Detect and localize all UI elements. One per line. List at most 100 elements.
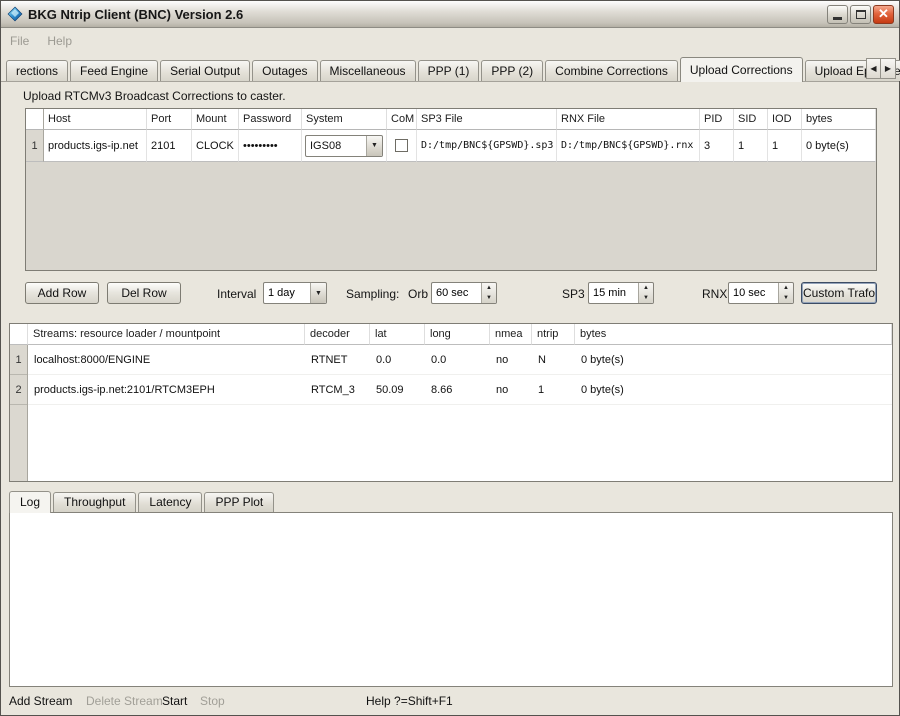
col-header-rnx-file: RNX File <box>557 109 700 130</box>
tab-miscellaneous[interactable]: Miscellaneous <box>320 60 416 81</box>
spin-down-icon[interactable]: ▼ <box>639 293 653 303</box>
tab-upload-corrections[interactable]: Upload Corrections <box>680 57 803 82</box>
start-action[interactable]: Start <box>162 694 187 708</box>
app-window: BKG Ntrip Client (BNC) Version 2.6 ✕ Fil… <box>0 0 900 716</box>
orb-spinbox[interactable]: 60 sec ▲ ▼ <box>431 282 497 304</box>
menu-file[interactable]: File <box>1 31 38 51</box>
sp3-spin-buttons[interactable]: ▲ ▼ <box>638 283 653 303</box>
ntrip-cell[interactable]: N <box>532 345 575 375</box>
tab-outages[interactable]: Outages <box>252 60 317 81</box>
custom-trafo-button[interactable]: Custom Trafo <box>801 282 877 304</box>
rnx-spinbox-value: 10 sec <box>729 283 778 303</box>
col-header-host: Host <box>44 109 147 130</box>
spin-up-icon[interactable]: ▲ <box>779 283 793 293</box>
tab-throughput[interactable]: Throughput <box>53 492 136 512</box>
col-header-sp3-file: SP3 File <box>417 109 557 130</box>
ntrip-cell[interactable]: 1 <box>532 375 575 405</box>
tab-corrections[interactable]: rections <box>6 60 68 81</box>
interval-combobox-value: 1 day <box>264 287 310 299</box>
rnx-spinbox[interactable]: 10 sec ▲ ▼ <box>728 282 794 304</box>
spin-up-icon[interactable]: ▲ <box>482 283 496 293</box>
dropdown-arrow-icon[interactable]: ▼ <box>310 283 326 303</box>
sp3-label: SP3 <box>562 283 585 305</box>
pid-cell[interactable]: 3 <box>700 130 734 162</box>
col-header-mountpoint: Streams: resource loader / mountpoint <box>28 324 305 345</box>
col-header-com: CoM <box>387 109 417 130</box>
tab-bar: rections Feed Engine Serial Output Outag… <box>1 57 899 82</box>
sid-cell[interactable]: 1 <box>734 130 768 162</box>
stream-row[interactable]: localhost:8000/ENGINE RTNET 0.0 0.0 no N… <box>28 345 892 375</box>
spin-down-icon[interactable]: ▼ <box>779 293 793 303</box>
tab-latency[interactable]: Latency <box>138 492 202 512</box>
tab-log[interactable]: Log <box>9 491 51 513</box>
add-stream-action[interactable]: Add Stream <box>9 694 72 708</box>
lat-cell[interactable]: 50.09 <box>370 375 425 405</box>
mount-cell[interactable]: CLOCK <box>192 130 239 162</box>
port-cell[interactable]: 2101 <box>147 130 192 162</box>
tab-ppp-2[interactable]: PPP (2) <box>481 60 543 81</box>
interval-label: Interval <box>217 283 256 305</box>
sp3-file-cell[interactable]: D:/tmp/BNC${GPSWD}.sp3 <box>417 130 557 162</box>
mountpoint-cell[interactable]: products.igs-ip.net:2101/RTCM3EPH <box>28 375 305 405</box>
streams-table-header: Streams: resource loader / mountpoint de… <box>10 324 892 345</box>
decoder-cell[interactable]: RTCM_3 <box>305 375 370 405</box>
decoder-cell[interactable]: RTNET <box>305 345 370 375</box>
col-header-nmea: nmea <box>490 324 532 345</box>
sp3-spinbox[interactable]: 15 min ▲ ▼ <box>588 282 654 304</box>
tab-scroll-left-button[interactable]: ◀ <box>866 58 881 79</box>
orb-spin-buttons[interactable]: ▲ ▼ <box>481 283 496 303</box>
tab-ppp-1[interactable]: PPP (1) <box>418 60 480 81</box>
long-cell[interactable]: 8.66 <box>425 375 490 405</box>
stream-row[interactable]: products.igs-ip.net:2101/RTCM3EPH RTCM_3… <box>28 375 892 405</box>
minimize-button[interactable] <box>827 5 848 24</box>
interval-combobox[interactable]: 1 day ▼ <box>263 282 327 304</box>
titlebar[interactable]: BKG Ntrip Client (BNC) Version 2.6 ✕ <box>1 1 899 28</box>
lat-cell[interactable]: 0.0 <box>370 345 425 375</box>
spin-up-icon[interactable]: ▲ <box>639 283 653 293</box>
bytes-cell: 0 byte(s) <box>802 130 876 162</box>
delete-stream-action[interactable]: Delete Stream <box>86 694 163 708</box>
nmea-cell[interactable]: no <box>490 375 532 405</box>
iod-cell[interactable]: 1 <box>768 130 802 162</box>
sp3-spinbox-value: 15 min <box>589 283 638 303</box>
close-button[interactable]: ✕ <box>873 5 894 24</box>
system-combobox[interactable]: IGS08 ▼ <box>305 135 383 157</box>
table-row: 1 products.igs-ip.net 2101 CLOCK •••••••… <box>26 130 876 162</box>
password-cell[interactable]: ••••••••• <box>239 130 302 162</box>
col-header-iod: IOD <box>768 109 802 130</box>
tab-combine-corrections[interactable]: Combine Corrections <box>545 60 678 81</box>
upload-table-header: Host Port Mount Password System CoM SP3 … <box>26 109 876 130</box>
rnx-file-cell[interactable]: D:/tmp/BNC${GPSWD}.rnx <box>557 130 700 162</box>
add-row-button[interactable]: Add Row <box>25 282 99 304</box>
row-number: 2 <box>10 375 27 405</box>
maximize-button[interactable] <box>850 5 871 24</box>
col-header-mount: Mount <box>192 109 239 130</box>
col-header-sid: SID <box>734 109 768 130</box>
tab-scroll-buttons: ◀ ▶ <box>866 58 896 79</box>
del-row-button[interactable]: Del Row <box>107 282 181 304</box>
statusbar: Add Stream Delete Stream Start Stop Help… <box>1 689 899 715</box>
log-pane[interactable] <box>9 512 893 687</box>
menubar: File Help <box>1 29 899 53</box>
com-checkbox[interactable] <box>395 139 408 152</box>
dropdown-arrow-icon[interactable]: ▼ <box>366 136 382 156</box>
table-corner <box>26 109 44 130</box>
nmea-cell[interactable]: no <box>490 345 532 375</box>
tab-feed-engine[interactable]: Feed Engine <box>70 60 158 81</box>
col-header-bytes: bytes <box>575 324 892 345</box>
mountpoint-cell[interactable]: localhost:8000/ENGINE <box>28 345 305 375</box>
col-header-system: System <box>302 109 387 130</box>
bytes-cell: 0 byte(s) <box>575 375 892 405</box>
col-header-port: Port <box>147 109 192 130</box>
menu-help[interactable]: Help <box>38 31 81 51</box>
spin-down-icon[interactable]: ▼ <box>482 293 496 303</box>
stop-action[interactable]: Stop <box>200 694 225 708</box>
rnx-spin-buttons[interactable]: ▲ ▼ <box>778 283 793 303</box>
row-number-strip: 1 2 <box>10 345 28 481</box>
upload-caption: Upload RTCMv3 Broadcast Corrections to c… <box>23 89 286 103</box>
long-cell[interactable]: 0.0 <box>425 345 490 375</box>
host-cell[interactable]: products.igs-ip.net <box>44 130 147 162</box>
tab-scroll-right-button[interactable]: ▶ <box>881 58 896 79</box>
tab-ppp-plot[interactable]: PPP Plot <box>204 492 274 512</box>
tab-serial-output[interactable]: Serial Output <box>160 60 250 81</box>
